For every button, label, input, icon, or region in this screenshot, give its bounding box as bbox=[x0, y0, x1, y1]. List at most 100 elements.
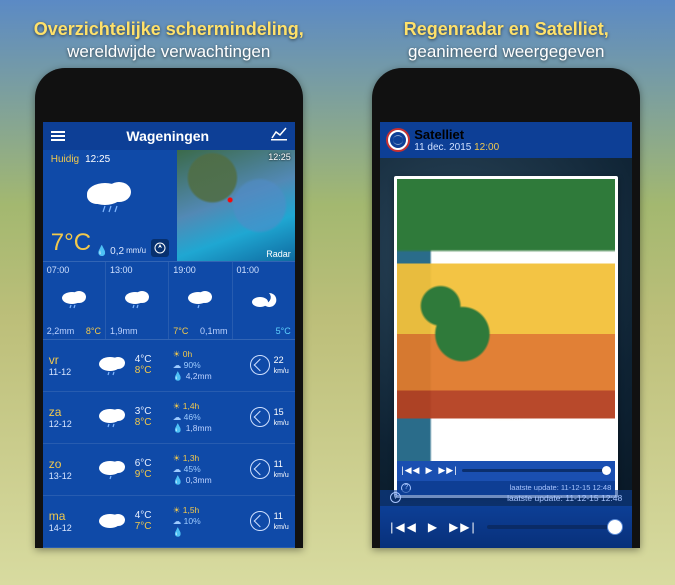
hour-cell[interactable]: 19:00 7°C 0,1mm bbox=[169, 262, 232, 339]
day-row[interactable]: vr11-12 4°C8°C ☀ 0h☁ 90%💧 4,2mm 22km/u bbox=[43, 340, 295, 392]
chart-icon[interactable] bbox=[271, 126, 287, 145]
satellite-time: 12:00 bbox=[474, 142, 499, 153]
forward-button[interactable]: ▶▶| bbox=[449, 520, 477, 534]
app-header: Wageningen bbox=[43, 122, 295, 150]
hour-cell[interactable]: 13:00 1,9mm bbox=[106, 262, 169, 339]
phone-right: Satelliet 11 dec. 2015 12:00 |◀◀ ▶ ▶▶| bbox=[372, 68, 640, 548]
hour-temp: 7°C bbox=[173, 326, 188, 336]
hour-precip: 2,2mm bbox=[47, 326, 75, 336]
compass-icon bbox=[250, 459, 270, 479]
phone-left: Wageningen Huidig 12:25 7°C bbox=[35, 68, 303, 548]
inset-forward-button[interactable]: ▶▶| bbox=[438, 465, 457, 476]
day-temp-hi: 9°C bbox=[135, 469, 167, 480]
hourly-forecast[interactable]: 07:00 2,2mm8°C 13:00 1,9mm 19:00 7°C0,1m… bbox=[43, 262, 295, 340]
drop-icon: 💧 bbox=[96, 246, 108, 257]
day-row[interactable]: zo13-12 6°C9°C ☀ 1,3h☁ 45%💧 0,3mm 11km/u bbox=[43, 444, 295, 496]
satellite-body: |◀◀ ▶ ▶▶| ? laatste update: 11-12-15 12:… bbox=[380, 158, 632, 506]
day-dow: ma bbox=[49, 509, 89, 523]
promo-left: Overzichtelijke schermindeling, wereldwi… bbox=[34, 18, 304, 62]
satellite-map[interactable] bbox=[397, 179, 615, 461]
outer-playbar: |◀◀ ▶ ▶▶| bbox=[380, 506, 632, 548]
satellite-header: Satelliet 11 dec. 2015 12:00 bbox=[380, 122, 632, 158]
current-label: Huidig bbox=[51, 154, 79, 165]
right-panel: Regenradar en Satelliet, geanimeerd weer… bbox=[351, 18, 661, 548]
outer-help-icon[interactable]: ? bbox=[390, 492, 401, 503]
inset-rewind-button[interactable]: |◀◀ bbox=[401, 465, 420, 476]
satellite-inset[interactable]: |◀◀ ▶ ▶▶| ? laatste update: 11-12-15 12:… bbox=[394, 176, 618, 498]
day-temp-lo: 6°C bbox=[135, 458, 167, 469]
outer-scrubber[interactable] bbox=[487, 525, 623, 529]
day-wind: 22 km/u bbox=[250, 355, 289, 375]
satellite-title: Satelliet bbox=[414, 127, 499, 142]
day-condition-icon bbox=[95, 406, 129, 428]
globe-icon[interactable] bbox=[388, 130, 408, 150]
day-cloud: 46% bbox=[184, 412, 201, 422]
day-cloud: 90% bbox=[184, 360, 201, 370]
day-condition-icon bbox=[95, 354, 129, 376]
current-condition-icon bbox=[83, 176, 137, 217]
daily-forecast[interactable]: vr11-12 4°C8°C ☀ 0h☁ 90%💧 4,2mm 22km/u z… bbox=[43, 340, 295, 548]
play-button[interactable]: ▶ bbox=[428, 520, 439, 534]
day-wind-unit: km/u bbox=[274, 420, 289, 427]
radar-label: Radar bbox=[266, 249, 291, 259]
satellite-screen: Satelliet 11 dec. 2015 12:00 |◀◀ ▶ ▶▶| bbox=[380, 122, 632, 548]
hour-time: 13:00 bbox=[110, 265, 164, 275]
day-wind: 15km/u bbox=[250, 407, 289, 427]
location-title: Wageningen bbox=[126, 128, 209, 144]
day-dow: vr bbox=[49, 353, 89, 367]
wind-icon[interactable] bbox=[151, 239, 169, 257]
hour-condition-icon bbox=[123, 289, 151, 312]
day-wind-unit: km/u bbox=[274, 368, 289, 375]
day-date: 14-12 bbox=[49, 523, 89, 534]
hour-condition-icon bbox=[60, 289, 88, 312]
hour-precip: 0,1mm bbox=[200, 326, 228, 336]
current-time: 12:25 bbox=[85, 154, 110, 165]
satellite-datetime: 11 dec. 2015 12:00 bbox=[414, 142, 499, 153]
day-cloud: 45% bbox=[184, 464, 201, 474]
day-rain: 0,3mm bbox=[186, 475, 212, 485]
current-meta: Huidig 12:25 bbox=[51, 154, 169, 165]
satellite-date: 11 dec. 2015 bbox=[414, 142, 471, 153]
promo-left-line2: wereldwijde verwachtingen bbox=[34, 41, 304, 62]
hour-cell[interactable]: 01:00 5°C bbox=[233, 262, 295, 339]
rewind-button[interactable]: |◀◀ bbox=[390, 520, 418, 534]
day-temp-lo: 4°C bbox=[135, 510, 167, 521]
day-cloud: 10% bbox=[184, 516, 201, 526]
menu-icon[interactable] bbox=[51, 131, 65, 141]
day-date: 13-12 bbox=[49, 471, 89, 482]
day-wind: 11km/u bbox=[250, 459, 289, 479]
day-sun: 0h bbox=[183, 349, 192, 359]
current-precip-unit: mm/u bbox=[126, 247, 146, 255]
day-temp-hi: 8°C bbox=[135, 417, 167, 428]
day-rain: 4,2mm bbox=[186, 371, 212, 381]
inset-scrubber[interactable] bbox=[462, 469, 612, 472]
hour-temp: 5°C bbox=[276, 326, 291, 336]
day-wind-unit: km/u bbox=[274, 524, 289, 531]
inset-play-button[interactable]: ▶ bbox=[425, 465, 433, 476]
current-precip: 💧 0,2 mm/u bbox=[96, 246, 146, 257]
promo-left-line1: Overzichtelijke schermindeling, bbox=[34, 18, 304, 41]
hour-temp: 8°C bbox=[86, 326, 101, 336]
day-wind-speed: 11 bbox=[274, 459, 283, 469]
hour-time: 01:00 bbox=[237, 265, 291, 275]
compass-icon bbox=[250, 511, 270, 531]
compass-icon bbox=[250, 355, 270, 375]
day-temp-hi: 8°C bbox=[135, 365, 167, 376]
day-temp-lo: 3°C bbox=[135, 406, 167, 417]
day-date: 11-12 bbox=[49, 367, 89, 378]
day-sun: 1,3h bbox=[183, 453, 200, 463]
current-conditions[interactable]: Huidig 12:25 7°C 💧 0,2 mm/u bbox=[43, 150, 177, 261]
hour-condition-icon bbox=[250, 289, 278, 312]
day-wind-speed: 22 bbox=[274, 355, 284, 365]
current-temp: 7°C bbox=[51, 229, 91, 257]
day-wind: 11km/u bbox=[250, 511, 289, 531]
radar-thumbnail[interactable]: 12:25 Radar bbox=[177, 150, 295, 261]
day-row[interactable]: za12-12 3°C8°C ☀ 1,4h☁ 46%💧 1,8mm 15km/u bbox=[43, 392, 295, 444]
promo-right: Regenradar en Satelliet, geanimeerd weer… bbox=[404, 18, 609, 62]
day-condition-icon bbox=[95, 458, 129, 480]
hour-cell[interactable]: 07:00 2,2mm8°C bbox=[43, 262, 106, 339]
day-date: 12-12 bbox=[49, 419, 89, 430]
hour-time: 19:00 bbox=[173, 265, 227, 275]
day-dow: zo bbox=[49, 457, 89, 471]
day-row[interactable]: ma14-12 4°C7°C ☀ 1,5h☁ 10%💧 11km/u bbox=[43, 496, 295, 548]
